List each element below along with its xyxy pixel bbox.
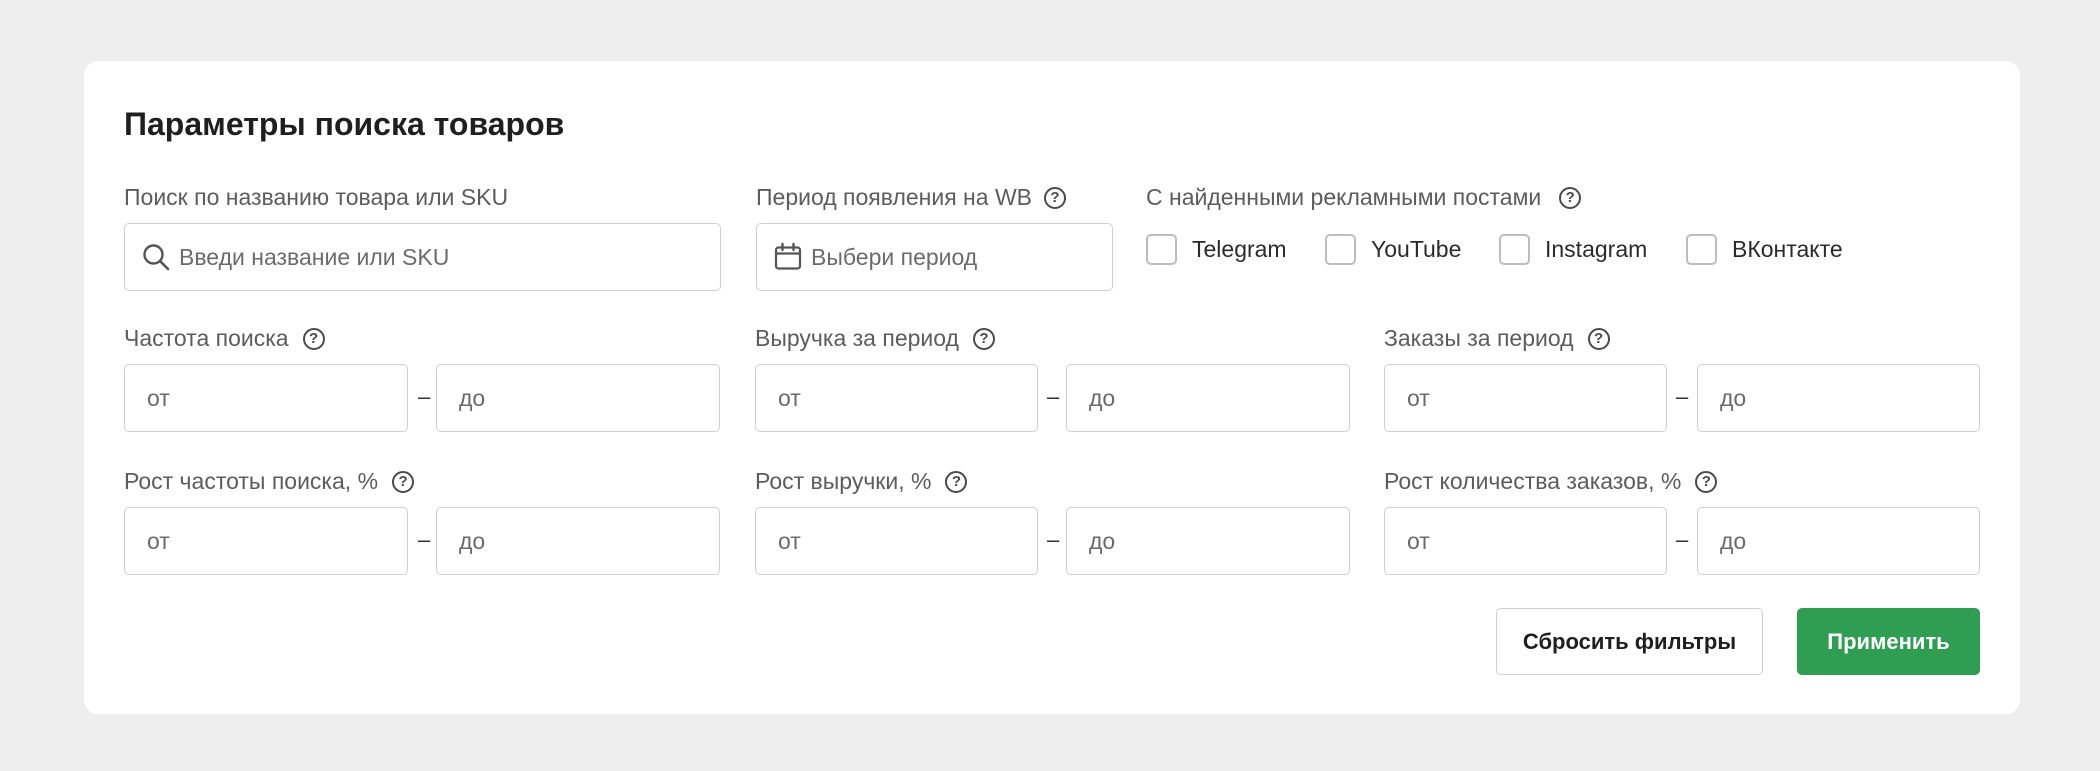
revenue-to-input[interactable] <box>1067 365 1349 431</box>
range-label-revenue: Выручка за период ? <box>755 325 995 352</box>
revenue-from-input[interactable] <box>756 365 1037 431</box>
range-label-text: Выручка за период <box>755 325 959 351</box>
checkbox-box[interactable] <box>1499 234 1530 265</box>
help-circle-icon[interactable]: ? <box>1044 186 1066 209</box>
reset-filters-button[interactable]: Сбросить фильтры <box>1496 608 1763 675</box>
range-from-field[interactable] <box>755 364 1038 432</box>
range-separator: – <box>1047 527 1060 552</box>
search-frequency-to-input[interactable] <box>437 365 719 431</box>
help-circle-icon[interactable]: ? <box>302 327 325 350</box>
checkbox-vkontakte[interactable]: ВКонтакте <box>1686 234 1843 265</box>
apply-button[interactable]: Применить <box>1797 608 1980 675</box>
help-circle-icon[interactable]: ? <box>1587 327 1610 350</box>
checkbox-box[interactable] <box>1325 234 1356 265</box>
help-circle-icon[interactable]: ? <box>1559 186 1582 209</box>
calendar-icon <box>773 242 803 272</box>
range-separator: – <box>418 384 431 409</box>
range-separator: – <box>1676 527 1689 552</box>
ad-posts-label-text: С найденными рекламными постами <box>1146 184 1542 210</box>
range-label-revenue-growth: Рост выручки, % ? <box>755 468 968 495</box>
range-to-field[interactable] <box>1697 364 1980 432</box>
range-to-field[interactable] <box>436 364 720 432</box>
period-picker[interactable] <box>756 223 1113 291</box>
search-field[interactable] <box>124 223 721 291</box>
range-to-field[interactable] <box>1066 507 1350 575</box>
range-separator: – <box>1676 384 1689 409</box>
range-separator: – <box>1047 384 1060 409</box>
range-from-field[interactable] <box>124 364 408 432</box>
orders-from-input[interactable] <box>1385 365 1666 431</box>
range-from-field[interactable] <box>124 507 408 575</box>
search-frequency-growth-from-input[interactable] <box>125 508 407 574</box>
revenue-growth-to-input[interactable] <box>1067 508 1349 574</box>
range-from-field[interactable] <box>1384 507 1667 575</box>
range-label-text: Рост выручки, % <box>755 468 932 494</box>
range-from-field[interactable] <box>755 507 1038 575</box>
range-separator: – <box>418 527 431 552</box>
range-label-text: Заказы за период <box>1384 325 1574 351</box>
period-input[interactable] <box>803 224 1112 290</box>
range-label-text: Частота поиска <box>124 325 289 351</box>
checkbox-label: YouTube <box>1371 236 1462 262</box>
checkbox-instagram[interactable]: Instagram <box>1499 234 1647 265</box>
range-label-orders: Заказы за период ? <box>1384 325 1610 352</box>
help-circle-icon[interactable]: ? <box>972 327 995 350</box>
orders-growth-from-input[interactable] <box>1385 508 1666 574</box>
checkbox-box[interactable] <box>1146 234 1177 265</box>
range-from-field[interactable] <box>1384 364 1667 432</box>
range-label-orders-growth: Рост количества заказов, % ? <box>1384 468 1718 495</box>
help-circle-icon[interactable]: ? <box>392 470 415 493</box>
checkbox-telegram[interactable]: Telegram <box>1146 234 1287 265</box>
search-icon <box>141 242 171 272</box>
checkbox-label: Instagram <box>1545 236 1648 262</box>
search-frequency-growth-to-input[interactable] <box>437 508 719 574</box>
range-label-text: Рост количества заказов, % <box>1384 468 1682 494</box>
period-label: Период появления на WB ? <box>756 184 1066 211</box>
help-circle-icon[interactable]: ? <box>1695 470 1718 493</box>
panel-title: Параметры поиска товаров <box>124 106 565 142</box>
range-label-text: Рост частоты поиска, % <box>124 468 379 494</box>
help-circle-icon[interactable]: ? <box>945 470 968 493</box>
range-label-search-frequency-growth: Рост частоты поиска, % ? <box>124 468 415 495</box>
range-to-field[interactable] <box>436 507 720 575</box>
checkbox-label: Telegram <box>1192 236 1287 262</box>
search-frequency-from-input[interactable] <box>125 365 407 431</box>
search-label-text: Поиск по названию товара или SKU <box>124 184 509 210</box>
search-label: Поиск по названию товара или SKU <box>124 184 508 211</box>
range-to-field[interactable] <box>1697 507 1980 575</box>
checkbox-box[interactable] <box>1686 234 1717 265</box>
checkbox-label: ВКонтакте <box>1732 236 1843 262</box>
period-label-text: Период появления на WB <box>756 184 1032 210</box>
orders-to-input[interactable] <box>1698 365 1979 431</box>
revenue-growth-from-input[interactable] <box>756 508 1037 574</box>
orders-growth-to-input[interactable] <box>1698 508 1979 574</box>
search-input[interactable] <box>171 224 720 290</box>
range-to-field[interactable] <box>1066 364 1350 432</box>
ad-posts-label: С найденными рекламными постами ? <box>1146 184 1582 211</box>
checkbox-youtube[interactable]: YouTube <box>1325 234 1461 265</box>
range-label-search-frequency: Частота поиска ? <box>124 325 325 352</box>
